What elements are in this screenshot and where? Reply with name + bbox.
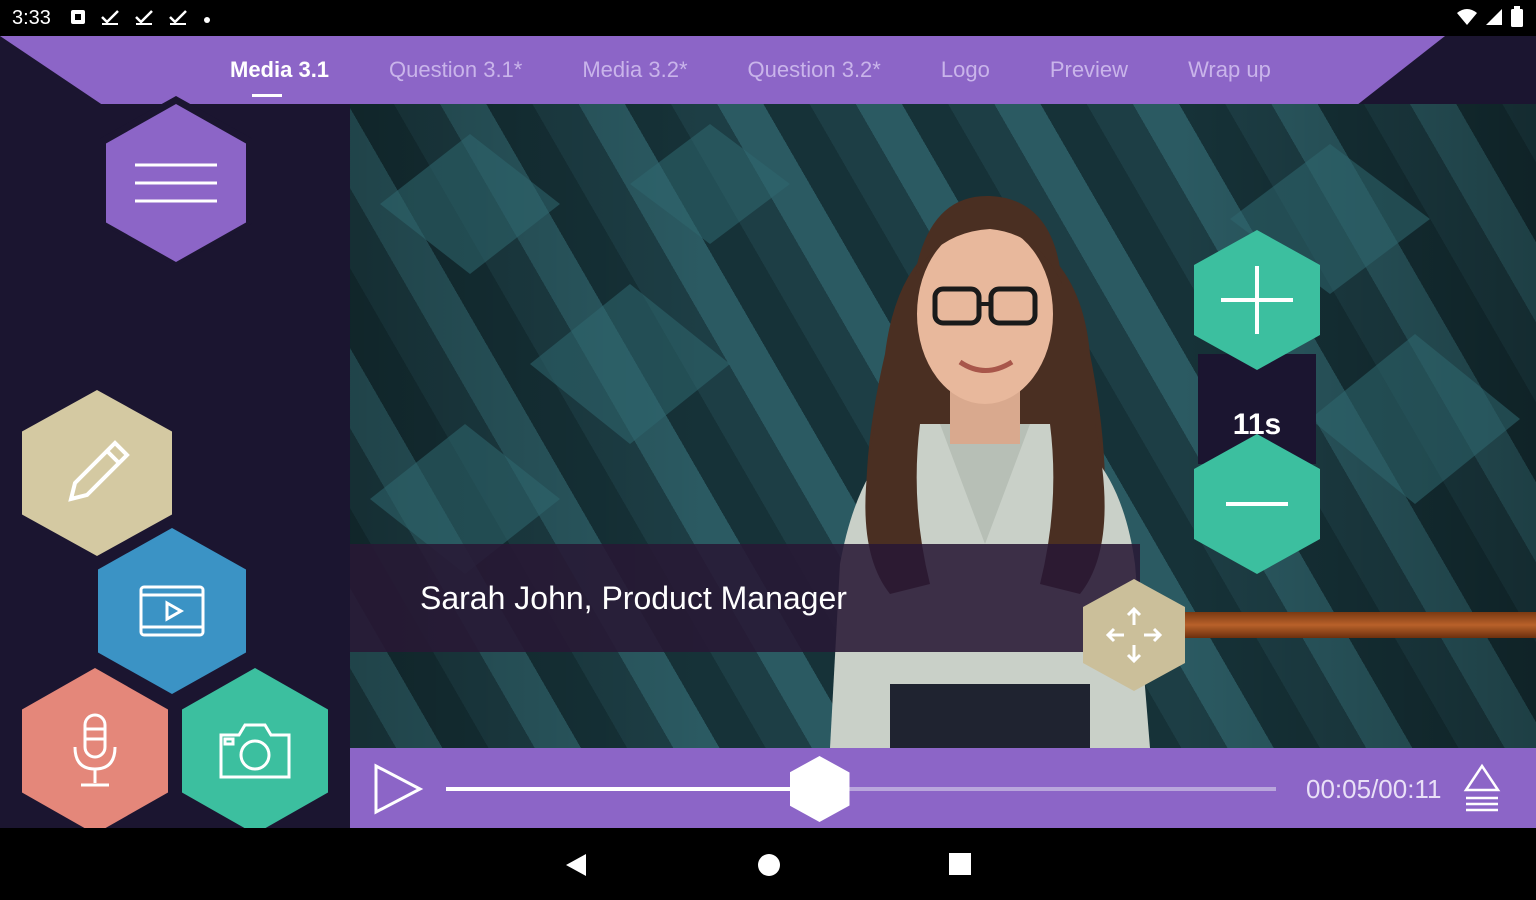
minus-icon <box>1226 502 1288 506</box>
status-notification-icons <box>70 8 212 31</box>
tab-question-3-1[interactable]: Question 3.1* <box>359 57 552 83</box>
eject-icon[interactable] <box>1462 762 1502 816</box>
camera-icon <box>219 723 291 779</box>
progress-thumb[interactable] <box>789 756 850 822</box>
check-icon <box>100 8 120 31</box>
status-bar: 3:33 <box>0 0 1536 36</box>
lower-third[interactable]: Sarah John, Product Manager <box>350 544 1140 652</box>
background-facet <box>530 284 730 444</box>
film-icon <box>139 585 205 637</box>
background-facet <box>380 134 560 274</box>
recents-icon[interactable] <box>948 852 972 876</box>
status-right-icons <box>1456 6 1524 33</box>
dot-icon <box>202 8 212 31</box>
hamburger-menu-icon <box>135 163 217 203</box>
tab-media-3-1[interactable]: Media 3.1 <box>230 57 359 97</box>
app-window: Media 3.1 Question 3.1* Media 3.2* Quest… <box>0 36 1536 834</box>
wifi-icon <box>1456 7 1478 32</box>
plus-icon <box>1221 266 1293 334</box>
back-icon[interactable] <box>564 852 588 878</box>
play-icon[interactable] <box>372 762 426 816</box>
tab-question-3-2[interactable]: Question 3.2* <box>718 57 911 83</box>
playback-time: 00:05/00:11 <box>1306 774 1442 804</box>
check-icon <box>168 8 188 31</box>
tab-list: Media 3.1 Question 3.1* Media 3.2* Quest… <box>230 36 1301 104</box>
progress-fill <box>446 787 820 791</box>
background-facet <box>1310 334 1520 504</box>
player-controls: 00:05/00:11 <box>350 748 1536 828</box>
video-preview[interactable]: Sarah John, Product Manager <box>350 104 1536 748</box>
tab-wrap-up[interactable]: Wrap up <box>1158 57 1301 83</box>
signal-icon <box>1484 7 1504 32</box>
status-time: 3:33 <box>12 7 51 29</box>
progress-track[interactable] <box>446 787 1276 791</box>
pencil-icon <box>68 440 130 502</box>
tab-preview[interactable]: Preview <box>1020 57 1158 83</box>
battery-icon <box>1510 6 1524 33</box>
check-icon <box>134 8 154 31</box>
tab-media-3-2[interactable]: Media 3.2* <box>552 57 717 83</box>
home-icon[interactable] <box>756 852 782 878</box>
system-nav-bar <box>0 828 1536 900</box>
move-arrows-icon <box>1105 606 1163 664</box>
lower-third-text[interactable]: Sarah John, Product Manager <box>420 580 847 617</box>
lower-third-accent <box>1150 612 1536 638</box>
microphone-icon <box>73 713 117 787</box>
background-facet <box>630 124 790 244</box>
tab-logo[interactable]: Logo <box>911 57 1020 83</box>
notification-icon <box>70 8 86 31</box>
